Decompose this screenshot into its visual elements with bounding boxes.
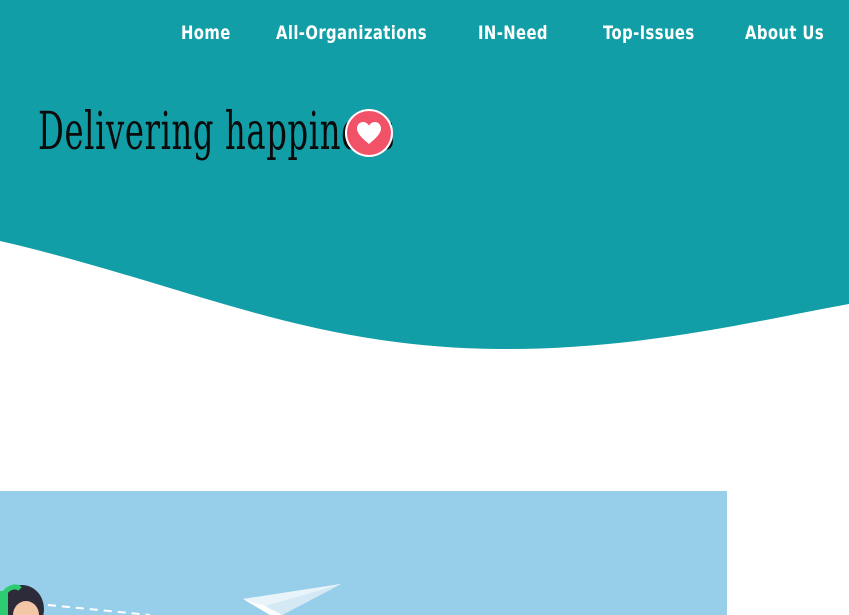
nav-in-need[interactable]: IN-Need xyxy=(478,22,548,44)
paper-plane-illustration xyxy=(0,584,341,615)
hero-illustration xyxy=(0,491,727,615)
hero-wave-background xyxy=(0,0,849,350)
nav-all-organizations[interactable]: All-Organizations xyxy=(276,22,427,44)
hero-title: Delivering happiness xyxy=(38,102,396,162)
heart-icon xyxy=(357,122,381,144)
person-figure xyxy=(0,584,44,615)
paper-plane-icon xyxy=(243,584,341,615)
nav-top-issues[interactable]: Top-Issues xyxy=(603,22,695,44)
page: Home All-Organizations IN-Need Top-Issue… xyxy=(0,0,849,615)
main-nav: Home All-Organizations IN-Need Top-Issue… xyxy=(0,22,849,54)
nav-about-us[interactable]: About Us xyxy=(745,22,824,44)
nav-home[interactable]: Home xyxy=(181,22,231,44)
heart-badge xyxy=(345,109,393,157)
